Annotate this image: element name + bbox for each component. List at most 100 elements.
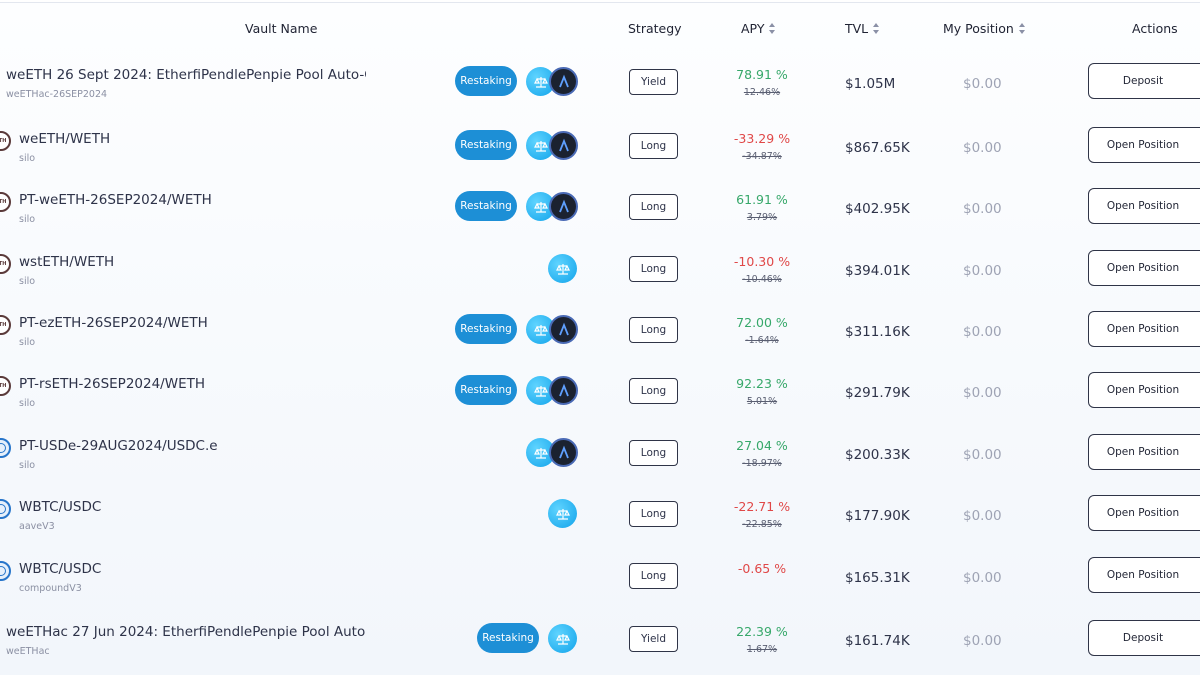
vault-name[interactable]: WBTC/USDC [19, 561, 359, 577]
apy-value: -33.29 % [733, 131, 791, 146]
vault-subtitle: silo [19, 337, 36, 348]
table-row: PT-USDe-29AUG2024/USDC.e silo Long 27.04 % -… [0, 429, 1200, 490]
restaking-tag: Restaking [477, 623, 539, 653]
vaults-table: Vault Name Strategy APY TVL My Position … [0, 2, 1200, 675]
apy-value: -0.65 % [737, 561, 787, 576]
my-position-value: $0.00 [963, 633, 1002, 649]
vault-name[interactable]: PT-weETH-26SEP2024/WETH [19, 192, 359, 208]
apy-previous-value: -18.97% [742, 458, 782, 469]
header-vault-name: Vault Name [245, 21, 317, 36]
silo-protocol-icon [548, 254, 577, 283]
restaking-tag: Restaking [455, 375, 517, 405]
vault-subtitle: weETHac [6, 646, 50, 657]
my-position-value: $0.00 [963, 324, 1002, 340]
vault-name[interactable]: PT-rsETH-26SEP2024/WETH [19, 376, 359, 392]
my-position-value: $0.00 [963, 570, 1002, 586]
strategy-badge: Yield [629, 69, 678, 95]
vault-name[interactable]: weETH 26 Sept 2024: EtherfiPendlePenpie … [6, 67, 366, 83]
apy-previous-value: 5.01% [746, 396, 778, 407]
open-position-button[interactable]: Open Position [1088, 372, 1200, 408]
apy-value: -22.71 % [733, 499, 791, 514]
vault-name[interactable]: PT-USDe-29AUG2024/USDC.e [19, 438, 359, 454]
token-icon: ETH [0, 315, 11, 335]
vault-subtitle: silo [19, 398, 36, 409]
table-row: WBTC/USDC compoundV3 Long -0.65 % $165.31K $0… [0, 552, 1200, 613]
header-my-position-label: My Position [943, 21, 1014, 36]
vault-name[interactable]: wstETH/WETH [19, 254, 359, 270]
vault-subtitle: compoundV3 [19, 583, 82, 594]
table-row: ETH PT-weETH-26SEP2024/WETH silo Restaking L… [0, 183, 1200, 244]
strategy-badge: Long [629, 378, 678, 404]
table-header: Vault Name Strategy APY TVL My Position … [0, 3, 1200, 55]
open-position-button[interactable]: Open Position [1088, 250, 1200, 286]
apy-previous-value: 3.79% [746, 212, 778, 223]
table-row: ETH PT-rsETH-26SEP2024/WETH silo Restaking L… [0, 367, 1200, 428]
sort-arrows-icon[interactable] [769, 23, 776, 34]
open-position-button[interactable]: Open Position [1088, 434, 1200, 470]
vault-subtitle: silo [19, 153, 36, 164]
apy-previous-value: 1.67% [746, 644, 778, 655]
sort-arrows-icon[interactable] [1018, 23, 1026, 34]
vault-subtitle: aaveV3 [19, 521, 55, 532]
tvl-value: $200.33K [845, 447, 910, 463]
pendle-protocol-icon [549, 67, 578, 96]
strategy-badge: Long [629, 440, 678, 466]
token-icon [0, 561, 11, 581]
header-actions-label: Actions [1132, 21, 1178, 36]
tvl-value: $291.79K [845, 385, 910, 401]
my-position-value: $0.00 [963, 508, 1002, 524]
token-icon [0, 499, 11, 519]
pendle-protocol-icon [549, 376, 578, 405]
pendle-protocol-icon [549, 131, 578, 160]
open-position-button[interactable]: Open Position [1088, 127, 1200, 163]
pendle-protocol-icon [549, 438, 578, 467]
table-row: ETH wstETH/WETH silo Long -10.30 % -10.46% $39… [0, 245, 1200, 306]
token-icon: ETH [0, 376, 11, 396]
header-apy-sort[interactable]: APY [741, 21, 776, 36]
header-strategy: Strategy [628, 21, 682, 36]
open-position-button[interactable]: Open Position [1088, 557, 1200, 593]
open-position-button[interactable]: Open Position [1088, 311, 1200, 347]
header-strategy-label: Strategy [628, 21, 682, 36]
vault-name[interactable]: weETH/WETH [19, 131, 359, 147]
token-icon [0, 438, 11, 458]
vault-name[interactable]: WBTC/USDC [19, 499, 359, 515]
header-my-position-sort[interactable]: My Position [943, 21, 1026, 36]
open-position-button[interactable]: Open Position [1088, 188, 1200, 224]
tvl-value: $867.65K [845, 140, 910, 156]
restaking-tag: Restaking [455, 66, 517, 96]
deposit-button[interactable]: Deposit [1088, 620, 1200, 656]
deposit-button[interactable]: Deposit [1088, 63, 1200, 99]
table-row: WBTC/USDC aaveV3 Long -22.71 % -22.85% $177.9… [0, 490, 1200, 551]
table-row: weETH 26 Sept 2024: EtherfiPendlePenpie … [0, 58, 1200, 119]
pendle-protocol-icon [549, 315, 578, 344]
apy-previous-value: -22.85% [742, 519, 782, 530]
silo-protocol-icon [548, 499, 577, 528]
apy-value: 27.04 % [736, 438, 788, 453]
apy-value: 72.00 % [736, 315, 788, 330]
table-row: ETH PT-ezETH-26SEP2024/WETH silo Restaking L… [0, 306, 1200, 367]
table-row: ETH weETH/WETH silo Restaking Long -33.29 % -3… [0, 122, 1200, 183]
restaking-tag: Restaking [455, 130, 517, 160]
apy-previous-value: -1.64% [745, 335, 779, 346]
my-position-value: $0.00 [963, 201, 1002, 217]
header-tvl-sort[interactable]: TVL [845, 21, 880, 36]
strategy-badge: Long [629, 501, 678, 527]
vault-name[interactable]: PT-ezETH-26SEP2024/WETH [19, 315, 359, 331]
strategy-badge: Yield [629, 626, 678, 652]
apy-value: -10.30 % [733, 254, 791, 269]
vault-name[interactable]: weETHac 27 Jun 2024: EtherfiPendlePenpie… [6, 624, 366, 640]
my-position-value: $0.00 [963, 76, 1002, 92]
tvl-value: $165.31K [845, 570, 910, 586]
open-position-button[interactable]: Open Position [1088, 495, 1200, 531]
tvl-value: $394.01K [845, 263, 910, 279]
token-icon: ETH [0, 254, 11, 274]
my-position-value: $0.00 [963, 385, 1002, 401]
tvl-value: $177.90K [845, 508, 910, 524]
tvl-value: $311.16K [845, 324, 910, 340]
apy-previous-value: 12.46% [743, 87, 781, 98]
sort-arrows-icon[interactable] [873, 23, 880, 34]
restaking-tag: Restaking [455, 314, 517, 344]
header-vault-name-label: Vault Name [245, 21, 318, 36]
vault-subtitle: silo [19, 214, 36, 225]
